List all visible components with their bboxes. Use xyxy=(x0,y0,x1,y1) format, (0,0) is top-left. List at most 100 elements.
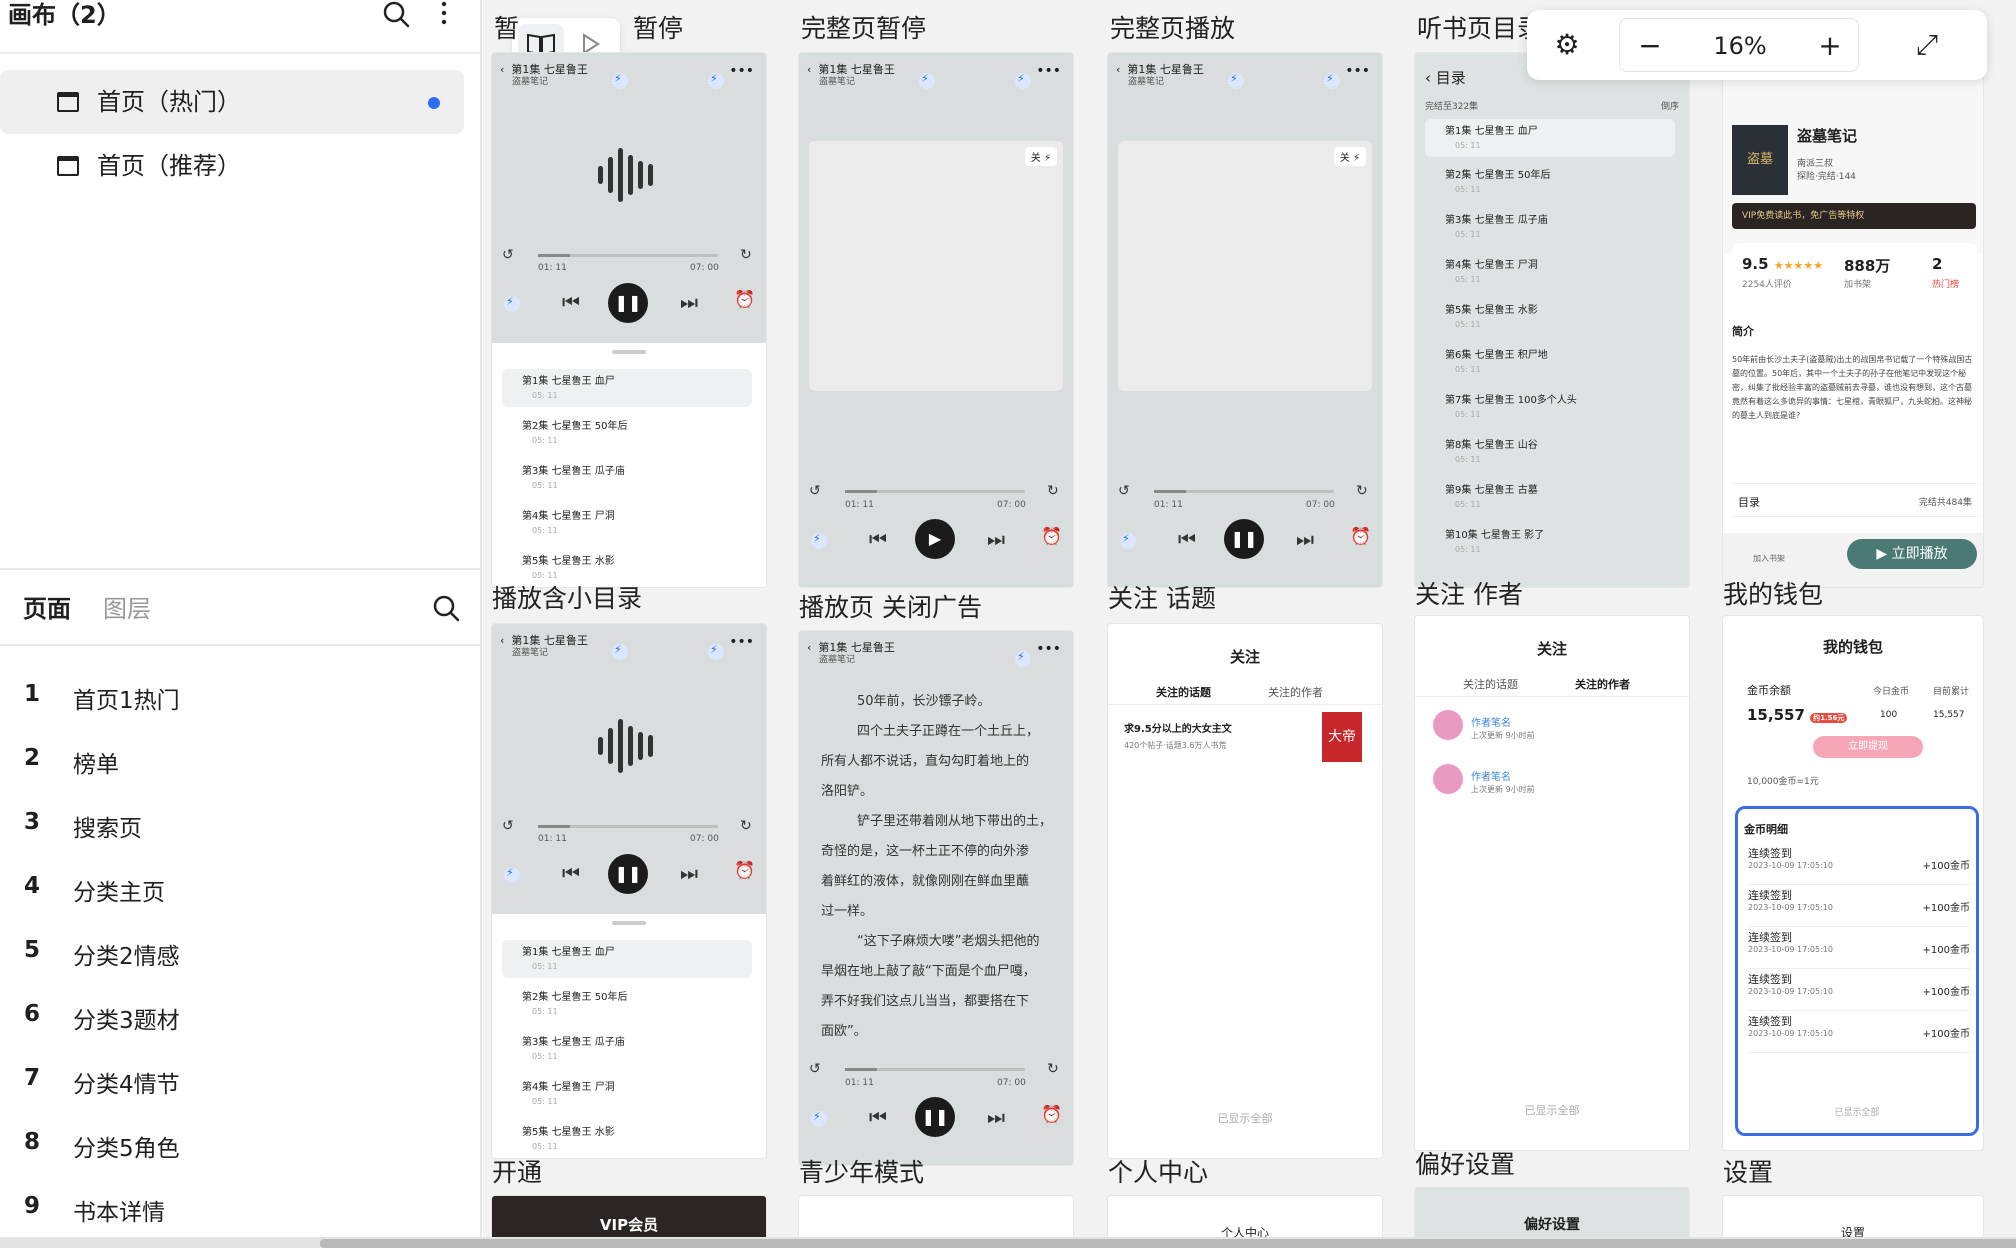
tab-followed-topics[interactable]: 关注的话题 xyxy=(1463,676,1518,692)
episode-item[interactable]: 第1集 七星鲁王 血尸 05: 11 xyxy=(502,940,752,978)
page-row[interactable]: 1 首页1热门 xyxy=(0,664,480,728)
frame-full-page-playing[interactable]: ‹ 第1集 七星鲁王盗墓笔记 ••• 关 ⚡ ↺ ↻ 01: 11 07: 00… xyxy=(1108,53,1382,587)
more-icon[interactable]: ••• xyxy=(729,63,754,79)
search-icon[interactable] xyxy=(431,594,461,624)
page-row[interactable]: 3 搜索页 xyxy=(0,792,480,856)
previous-icon[interactable]: ⏮ xyxy=(869,1105,887,1129)
frame-follow-topics[interactable]: 关注 关注的话题 关注的作者 求9.5分以上的大女主文 420个帖子·话题3.6… xyxy=(1108,624,1382,1158)
previous-icon[interactable]: ⏮ xyxy=(869,527,887,551)
zoom-out-button[interactable]: − xyxy=(1620,11,1680,81)
rewind-15-icon[interactable]: ↺ xyxy=(809,483,821,499)
progress-bar[interactable] xyxy=(538,825,718,828)
sort-toggle[interactable]: 倒序 xyxy=(1661,99,1679,112)
progress-bar[interactable] xyxy=(845,490,1025,493)
page-row[interactable]: 7 分类4情节 xyxy=(0,1048,480,1112)
progress-bar[interactable] xyxy=(845,1068,1025,1071)
tab-followed-topics[interactable]: 关注的话题 xyxy=(1156,684,1211,700)
timer-icon[interactable]: ⏰ xyxy=(734,861,755,881)
timer-icon[interactable]: ⏰ xyxy=(1041,1105,1062,1125)
rewind-15-icon[interactable]: ↺ xyxy=(1118,483,1130,499)
avatar[interactable] xyxy=(1433,764,1463,794)
rewind-15-icon[interactable]: ↺ xyxy=(809,1061,821,1077)
next-icon[interactable]: ⏭ xyxy=(1296,527,1314,551)
next-icon[interactable]: ⏭ xyxy=(987,527,1005,551)
close-ad-button[interactable]: 关 ⚡ xyxy=(1333,147,1366,166)
episode-item[interactable]: 第2集 七星鲁王 50年后 05: 11 xyxy=(502,985,752,1023)
episode-item[interactable]: 第4集 七星鲁王 尸洞 05: 11 xyxy=(502,1075,752,1113)
next-icon[interactable]: ⏭ xyxy=(680,290,698,314)
frame-player-with-list[interactable]: ‹ 第1集 七星鲁王盗墓笔记 ••• ↺ ↻ 01: 11 07: 00 ⏮ ❚… xyxy=(492,53,766,587)
forward-15-icon[interactable]: ↻ xyxy=(1356,483,1368,499)
episode-item[interactable]: 第5集 七星鲁王 水影 05: 11 xyxy=(1425,298,1675,336)
close-ad-button[interactable]: 关 ⚡ xyxy=(1024,147,1057,166)
previous-icon[interactable]: ⏮ xyxy=(562,861,580,885)
episode-item[interactable]: 第6集 七星鲁王 积尸地 05: 11 xyxy=(1425,343,1675,381)
previous-icon[interactable]: ⏮ xyxy=(1178,527,1196,551)
timer-icon[interactable]: ⏰ xyxy=(1350,527,1371,547)
tab-followed-authors[interactable]: 关注的作者 xyxy=(1268,684,1323,700)
tab-layers[interactable]: 图层 xyxy=(103,594,151,624)
episode-item[interactable]: 第7集 七星鲁王 100多个人头 05: 11 xyxy=(1425,388,1675,426)
frame-follow-authors[interactable]: 关注 关注的话题 关注的作者 作者笔名 上次更新 9小时前 作者笔名 上次更新 … xyxy=(1415,616,1689,1150)
scrollbar-thumb[interactable] xyxy=(320,1239,2016,1248)
page-row[interactable]: 8 分类5角色 xyxy=(0,1112,480,1176)
horizontal-scrollbar[interactable] xyxy=(0,1237,2016,1248)
frame-toc[interactable]: ‹ 目录 完结至322集 倒序 第1集 七星鲁王 血尸 05: 11 第2集 七星… xyxy=(1415,53,1689,587)
progress-bar[interactable] xyxy=(1154,490,1334,493)
page-row[interactable]: 6 分类3题材 xyxy=(0,984,480,1048)
timer-icon[interactable]: ⏰ xyxy=(734,290,755,310)
tab-pages[interactable]: 页面 xyxy=(23,594,71,624)
frame-book-detail[interactable]: 盗墓 盗墓笔记 南派三叔 探险·完结·144 VIP免费读此书，免广告等特权 9… xyxy=(1723,53,1983,587)
play-now-button[interactable]: ▶ 立即播放 xyxy=(1847,539,1977,569)
adjust-icon[interactable]: ⚙ xyxy=(1527,10,1607,80)
episode-item[interactable]: 第3集 七星鲁王 瓜子庙 05: 11 xyxy=(1425,208,1675,246)
zoom-in-button[interactable]: + xyxy=(1800,11,1860,81)
forward-15-icon[interactable]: ↻ xyxy=(740,818,752,834)
forward-15-icon[interactable]: ↻ xyxy=(1047,483,1059,499)
episode-item[interactable]: 第1集 七星鲁王 血尸 05: 11 xyxy=(1425,119,1675,157)
previous-icon[interactable]: ⏮ xyxy=(562,290,580,314)
episode-item[interactable]: 第5集 七星鲁王 水影 05: 11 xyxy=(502,549,752,587)
more-vertical-icon[interactable] xyxy=(429,0,459,30)
page-row[interactable]: 4 分类主页 xyxy=(0,856,480,920)
zoom-level[interactable]: 16% xyxy=(1680,11,1800,81)
toc-row[interactable]: 目录 完结共484集 xyxy=(1732,483,1978,517)
fullscreen-icon[interactable]: ⤢ xyxy=(1887,10,1967,80)
add-shelf-button[interactable]: 加入书架 xyxy=(1753,553,1785,564)
frame-player-mini-toc[interactable]: ‹ 第1集 七星鲁王盗墓笔记 ••• ↺ ↻ 01: 11 07: 00 ⏮ ❚… xyxy=(492,624,766,1158)
drag-handle[interactable] xyxy=(612,350,646,354)
forward-15-icon[interactable]: ↻ xyxy=(740,247,752,263)
author-name[interactable]: 作者笔名 xyxy=(1471,714,1511,729)
episode-item[interactable]: 第3集 七星鲁王 瓜子庙 05: 11 xyxy=(502,1030,752,1068)
rewind-15-icon[interactable]: ↺ xyxy=(502,818,514,834)
next-icon[interactable]: ⏭ xyxy=(987,1105,1005,1129)
episode-item[interactable]: 第5集 七星鲁王 水影 05: 11 xyxy=(502,1120,752,1158)
pause-button[interactable]: ❚❚ xyxy=(608,283,648,323)
topic-title[interactable]: 求9.5分以上的大女主文 xyxy=(1124,720,1232,735)
frame-full-page-paused[interactable]: ‹ 第1集 七星鲁王盗墓笔记 ••• 关 ⚡ ↺ ↻ 01: 11 07: 00… xyxy=(799,53,1073,587)
withdraw-button[interactable]: 立即提现 xyxy=(1813,736,1923,758)
design-canvas[interactable]: 暂 暂停 完整页暂停 完整页播放 听书页目录 ‹ 第1集 七星鲁王盗墓笔记 ••… xyxy=(483,0,2016,1248)
search-icon[interactable] xyxy=(381,0,411,30)
forward-15-icon[interactable]: ↻ xyxy=(1047,1061,1059,1077)
pause-button[interactable]: ❚❚ xyxy=(608,854,648,894)
episode-item[interactable]: 第2集 七星鲁王 50年后 05: 11 xyxy=(1425,163,1675,201)
drag-handle[interactable] xyxy=(612,921,646,925)
more-icon[interactable]: ••• xyxy=(1036,641,1061,657)
tab-followed-authors[interactable]: 关注的作者 xyxy=(1575,676,1630,692)
episode-item[interactable]: 第4集 七星鲁王 尸洞 05: 11 xyxy=(1425,253,1675,291)
frame-wallet[interactable]: 我的钱包 金币余额 15,557 约1.56元 今日金币 100 目前累计 15… xyxy=(1723,616,1983,1150)
canvas-item-home-hot[interactable]: 首页（热门） xyxy=(0,70,464,134)
rewind-15-icon[interactable]: ↺ xyxy=(502,247,514,263)
vip-banner[interactable]: VIP免费读此书，免广告等特权 xyxy=(1732,203,1976,229)
more-icon[interactable]: ••• xyxy=(1345,63,1370,79)
episode-item[interactable]: 第9集 七星鲁王 古墓 05: 11 xyxy=(1425,478,1675,516)
canvas-item-home-recommend[interactable]: 首页（推荐） xyxy=(0,134,464,198)
page-row[interactable]: 9 书本详情 xyxy=(0,1176,480,1240)
frame-player-ad-closed[interactable]: ‹ 第1集 七星鲁王盗墓笔记 ••• 50年前，长沙镖子岭。 四个土夫子正蹲在一… xyxy=(799,631,1073,1165)
play-button[interactable]: ▶ xyxy=(915,519,955,559)
page-row[interactable]: 5 分类2情感 xyxy=(0,920,480,984)
episode-item[interactable]: 第3集 七星鲁王 瓜子庙 05: 11 xyxy=(502,459,752,497)
episode-item[interactable]: 第4集 七星鲁王 尸洞 05: 11 xyxy=(502,504,752,542)
avatar[interactable] xyxy=(1433,710,1463,740)
